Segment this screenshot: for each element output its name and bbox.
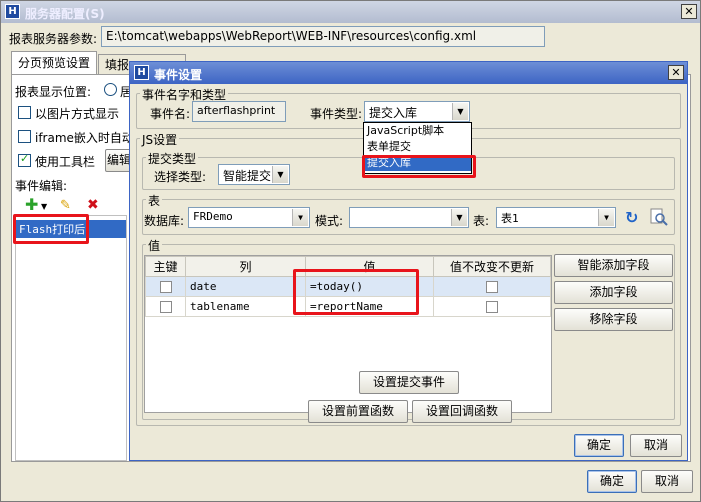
database-value: FRDemo — [193, 210, 233, 223]
outer-cancel-button[interactable]: 取消 — [641, 470, 693, 493]
database-chevron-icon[interactable]: ▼ — [292, 209, 308, 226]
event-type-select[interactable]: 提交入库 ▼ — [364, 101, 470, 122]
select-type-value: 智能提交 — [223, 169, 272, 183]
column-header-no-update[interactable]: 值不改变不更新 — [433, 256, 551, 277]
event-type-dropdown-list[interactable]: JavaScript脚本 表单提交 提交入库 — [363, 122, 472, 174]
add-field-button[interactable]: 添加字段 — [554, 281, 673, 304]
event-list[interactable]: Flash打印后 — [15, 215, 127, 461]
image-mode-label: 以图片方式显示 — [35, 107, 120, 121]
iframe-label: iframe嵌入时自动 — [35, 131, 134, 145]
tab-fill-label: 填报 — [105, 58, 130, 72]
table-row[interactable]: tablename =reportName — [145, 296, 551, 317]
schema-select[interactable]: ▼ — [349, 207, 469, 228]
event-settings-title: 事件设置 — [154, 68, 203, 82]
row-value-cell[interactable]: =reportName — [305, 296, 434, 317]
tab-page-preview-label: 分页预览设置 — [17, 56, 90, 70]
dropdown-arrow-icon[interactable]: ▼ — [41, 202, 47, 211]
event-list-item[interactable]: Flash打印后 — [16, 220, 126, 238]
toolbar-checkbox[interactable]: ✓ — [18, 152, 31, 167]
event-settings-dialog: H 事件设置 ✕ 事件名字和类型 事件名: afterflashprint 事件… — [129, 61, 688, 461]
chevron-down-icon[interactable]: ▼ — [452, 103, 468, 120]
table-select[interactable]: 表1 ▼ — [496, 207, 616, 228]
js-settings-group-label: JS设置 — [140, 131, 180, 148]
server-config-titlebar: H 服务器配置(S) ✕ — [1, 1, 700, 23]
table-value: 表1 — [501, 212, 519, 225]
iframe-checkbox[interactable] — [18, 130, 31, 143]
event-list-item-label: Flash打印后 — [19, 223, 86, 236]
primary-key-checkbox[interactable] — [159, 281, 172, 293]
server-config-title: 服务器配置(S) — [25, 7, 105, 21]
dropdown-option-submit-db[interactable]: 提交入库 — [364, 155, 471, 171]
preview-search-icon[interactable] — [650, 208, 668, 226]
outer-ok-button[interactable]: 确定 — [587, 470, 637, 493]
set-submit-event-button[interactable]: 设置提交事件 — [359, 371, 459, 394]
server-path-field[interactable]: E:\tomcat\webapps\WebReport\WEB-INF\reso… — [101, 26, 545, 47]
row-column-cell[interactable]: tablename — [185, 296, 306, 317]
dialog-app-icon: H — [134, 65, 149, 80]
select-type-chevron-icon[interactable]: ▼ — [272, 166, 288, 183]
column-header-value[interactable]: 值 — [305, 256, 434, 277]
dropdown-option-javascript[interactable]: JavaScript脚本 — [364, 123, 471, 139]
no-update-checkbox[interactable] — [486, 301, 498, 313]
remove-field-button[interactable]: 移除字段 — [554, 308, 673, 331]
dropdown-option-form-submit[interactable]: 表单提交 — [364, 139, 471, 155]
row-value-cell[interactable]: =today() — [305, 276, 434, 297]
event-settings-titlebar: H 事件设置 ✕ — [130, 62, 687, 84]
dropdown-option-submit-db-label: 提交入库 — [367, 156, 411, 169]
event-type-label: 事件类型: — [310, 107, 363, 121]
column-header-column[interactable]: 列 — [185, 256, 306, 277]
database-label: 数据库: — [144, 214, 185, 228]
smart-add-field-button[interactable]: 智能添加字段 — [554, 254, 673, 277]
dialog-cancel-button[interactable]: 取消 — [630, 434, 682, 457]
dialog-close-icon[interactable]: ✕ — [668, 65, 684, 80]
edit-pencil-icon[interactable]: ✎ — [60, 198, 71, 213]
event-type-select-value: 提交入库 — [369, 106, 418, 120]
delete-icon[interactable]: ✖ — [87, 197, 99, 213]
schema-label: 模式: — [315, 214, 344, 228]
table-group-label: 表 — [146, 192, 163, 209]
primary-key-checkbox[interactable] — [159, 301, 172, 313]
column-header-primary-key[interactable]: 主键 — [145, 256, 186, 277]
table-row[interactable]: date =today() — [145, 276, 551, 297]
schema-chevron-icon[interactable]: ▼ — [451, 209, 467, 226]
add-event-icon[interactable]: ✚ — [25, 197, 41, 214]
event-name-label: 事件名: — [150, 107, 191, 121]
display-position-radio[interactable] — [104, 83, 117, 96]
app-icon: H — [5, 4, 20, 19]
event-name-field[interactable]: afterflashprint — [192, 101, 286, 122]
server-path-label: 报表服务器参数: — [9, 32, 98, 46]
dialog-ok-button[interactable]: 确定 — [574, 434, 624, 457]
value-group-label: 值 — [146, 237, 163, 254]
set-callback-function-button[interactable]: 设置回调函数 — [412, 400, 512, 423]
row-column-cell[interactable]: date — [185, 276, 306, 297]
select-type-label: 选择类型: — [154, 170, 207, 184]
table-name-label: 表: — [473, 214, 490, 228]
select-type-select[interactable]: 智能提交 ▼ — [218, 164, 290, 185]
table-chevron-icon[interactable]: ▼ — [598, 209, 614, 226]
image-mode-checkbox[interactable] — [18, 106, 31, 119]
value-table[interactable]: 主键 列 值 值不改变不更新 date =today() tablename =… — [144, 255, 552, 413]
set-before-function-button[interactable]: 设置前置函数 — [308, 400, 408, 423]
display-position-label: 报表显示位置: — [15, 85, 92, 99]
toolbar-label: 使用工具栏 — [35, 155, 96, 169]
dropdown-option-form-submit-label: 表单提交 — [367, 140, 411, 153]
refresh-icon[interactable]: ↻ — [625, 208, 638, 227]
dropdown-option-javascript-label: JavaScript脚本 — [367, 124, 445, 137]
event-edit-label: 事件编辑: — [15, 179, 68, 193]
check-icon: ✓ — [20, 152, 30, 165]
tab-page-preview[interactable]: 分页预览设置 — [11, 51, 97, 75]
no-update-checkbox[interactable] — [486, 281, 498, 293]
submit-type-group-label: 提交类型 — [146, 150, 199, 167]
database-select[interactable]: FRDemo ▼ — [188, 207, 310, 228]
close-icon[interactable]: ✕ — [681, 4, 697, 19]
